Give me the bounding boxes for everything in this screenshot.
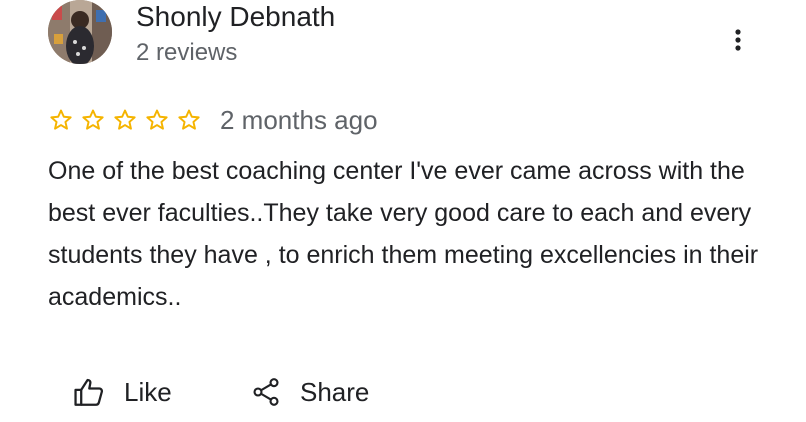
review-count[interactable]: 2 reviews (136, 38, 237, 68)
share-label: Share (300, 377, 370, 407)
share-icon (253, 378, 279, 406)
author-name[interactable]: Shonly Debnath (136, 0, 335, 34)
avatar[interactable] (48, 0, 112, 64)
star-outline-icon (50, 109, 72, 130)
rating-row: 2 months ago (48, 104, 378, 136)
review-card: Shonly Debnath 2 reviews 2 months ago On… (0, 0, 806, 422)
share-button[interactable]: Share (250, 370, 369, 414)
more-options-button[interactable] (720, 22, 756, 58)
avatar-photo (48, 0, 112, 64)
review-text: One of the best coaching center I've eve… (48, 157, 759, 311)
star-rating (48, 107, 202, 133)
thumb-up-outline-icon (74, 378, 104, 406)
like-label: Like (124, 377, 172, 407)
star-outline-icon (114, 109, 136, 130)
star-outline-icon (146, 109, 168, 130)
more-vert-icon (735, 29, 741, 51)
star-outline-icon (178, 109, 200, 130)
star-outline-icon (82, 109, 104, 130)
like-button[interactable]: Like (72, 370, 172, 414)
review-date: 2 months ago (220, 105, 378, 135)
